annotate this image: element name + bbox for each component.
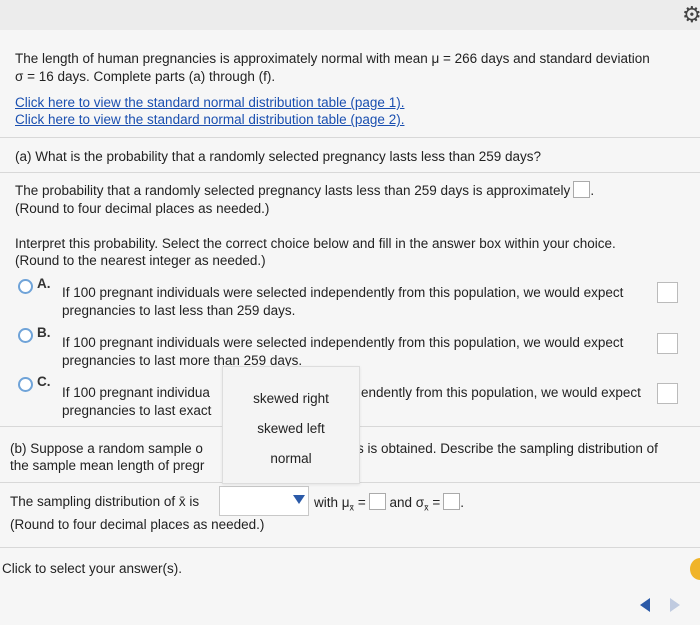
part-b-line-2: the sample mean length of pregr	[10, 458, 205, 473]
mean-answer-box[interactable]	[368, 493, 386, 510]
choice-a-line-1: If 100 pregnant individuals were selecte…	[62, 285, 624, 300]
choice-a-line-2: pregnancies to last less than 259 days.	[62, 303, 296, 318]
choice-b-radio[interactable]	[18, 328, 33, 343]
footer-prompt: Click to select your answer(s).	[2, 561, 183, 576]
table-link-page-2[interactable]: Click here to view the standard normal d…	[15, 111, 404, 129]
choice-b-letter: B.	[37, 325, 51, 340]
previous-arrow-icon[interactable]	[640, 598, 650, 612]
divider	[358, 426, 700, 427]
table-link-page-1[interactable]: Click here to view the standard normal d…	[15, 94, 404, 112]
divider	[0, 172, 700, 173]
choice-a-answer-box[interactable]	[657, 282, 678, 303]
dropdown-option-skewed-right[interactable]: skewed right	[223, 391, 359, 406]
choice-c-radio[interactable]	[18, 377, 33, 392]
sampling-prefix: The sampling distribution of x̄ is	[10, 494, 200, 509]
dropdown-option-skewed-left[interactable]: skewed left	[223, 421, 359, 436]
sampling-round-note: (Round to four decimal places as needed.…	[10, 517, 265, 532]
distribution-shape-select[interactable]	[219, 486, 309, 516]
choice-b-line-1: If 100 pregnant individuals were selecte…	[62, 335, 624, 350]
choice-c-answer-box[interactable]	[657, 383, 678, 404]
next-arrow-icon[interactable]	[670, 598, 680, 612]
sd-answer-box[interactable]	[443, 493, 461, 510]
divider	[0, 137, 700, 138]
gear-icon[interactable]: ⚙	[682, 2, 700, 27]
interpret-line-2: (Round to the nearest integer as needed.…	[15, 253, 266, 268]
part-b-line-1b: s is obtained. Describe the sampling dis…	[357, 441, 658, 456]
choice-c-letter: C.	[37, 374, 51, 389]
intro-line-1: The length of human pregnancies is appro…	[15, 51, 650, 66]
choice-a-radio[interactable]	[18, 279, 33, 294]
mean-label: with μx̄ = and σx̄ =.	[314, 493, 464, 513]
intro-line-2: σ = 16 days. Complete parts (a) through …	[15, 69, 276, 84]
part-a-answer-line: The probability that a randomly selected…	[15, 181, 595, 198]
part-b-line-1a: (b) Suppose a random sample o	[10, 441, 203, 456]
help-badge-icon[interactable]	[690, 558, 700, 580]
choice-b-answer-box[interactable]	[657, 333, 678, 354]
part-a-question: (a) What is the probability that a rando…	[15, 149, 542, 164]
choice-c-line-2: pregnancies to last exact	[62, 403, 212, 418]
question-page: ⚙ The length of human pregnancies is app…	[0, 2, 700, 625]
choice-c-line-1a: If 100 pregnant individua	[62, 385, 210, 400]
dropdown-option-normal[interactable]: normal	[223, 451, 359, 466]
choice-c-line-1b: endently from this population, we would …	[361, 385, 641, 400]
distribution-dropdown-menu: skewed right skewed left normal	[222, 366, 360, 484]
divider	[0, 426, 222, 427]
round-note: (Round to four decimal places as needed.…	[15, 201, 270, 216]
chevron-down-icon	[293, 495, 305, 504]
interpret-line-1: Interpret this probability. Select the c…	[15, 236, 616, 251]
divider	[0, 547, 700, 548]
probability-answer-box[interactable]	[573, 181, 591, 198]
choice-a-letter: A.	[37, 276, 51, 291]
